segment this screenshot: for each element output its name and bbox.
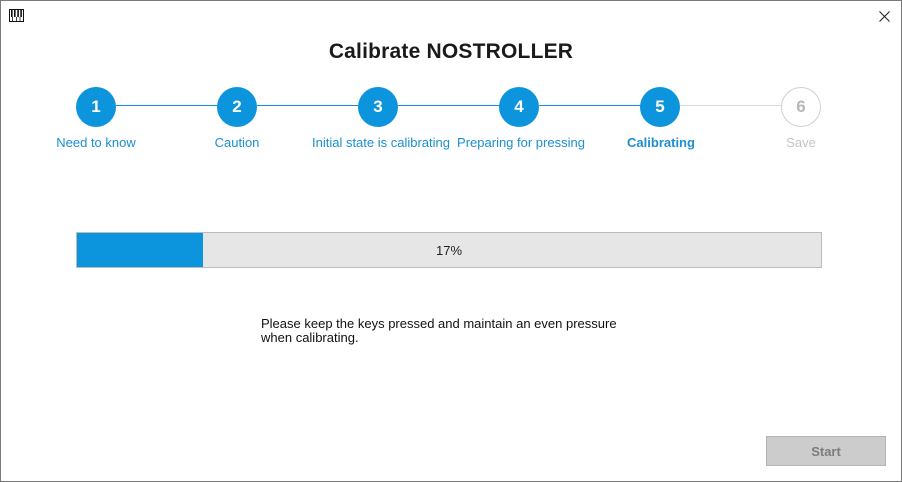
step-2-circle: 2 [217,87,257,127]
step-connector [116,105,218,106]
step-5-circle: 5 [640,87,680,127]
progress-percent-text: 17% [435,242,463,258]
progress-stepper: 1 2 3 4 5 6 Need to know Caution Initial… [1,1,901,161]
step-connector [398,105,500,106]
calibration-window: Calibrate NOSTROLLER 1 2 3 4 5 6 Need to… [0,0,902,482]
calibration-progress-bar: 17% [76,232,822,268]
step-1-circle: 1 [76,87,116,127]
step-connector [539,105,641,106]
start-button[interactable]: Start [766,436,886,466]
step-connector [257,105,359,106]
instruction-text: Please keep the keys pressed and maintai… [261,316,617,345]
step-6-label: Save [786,135,816,150]
step-4-circle: 4 [499,87,539,127]
step-connector [680,105,782,106]
step-3-circle: 3 [358,87,398,127]
step-6-circle: 6 [781,87,821,127]
